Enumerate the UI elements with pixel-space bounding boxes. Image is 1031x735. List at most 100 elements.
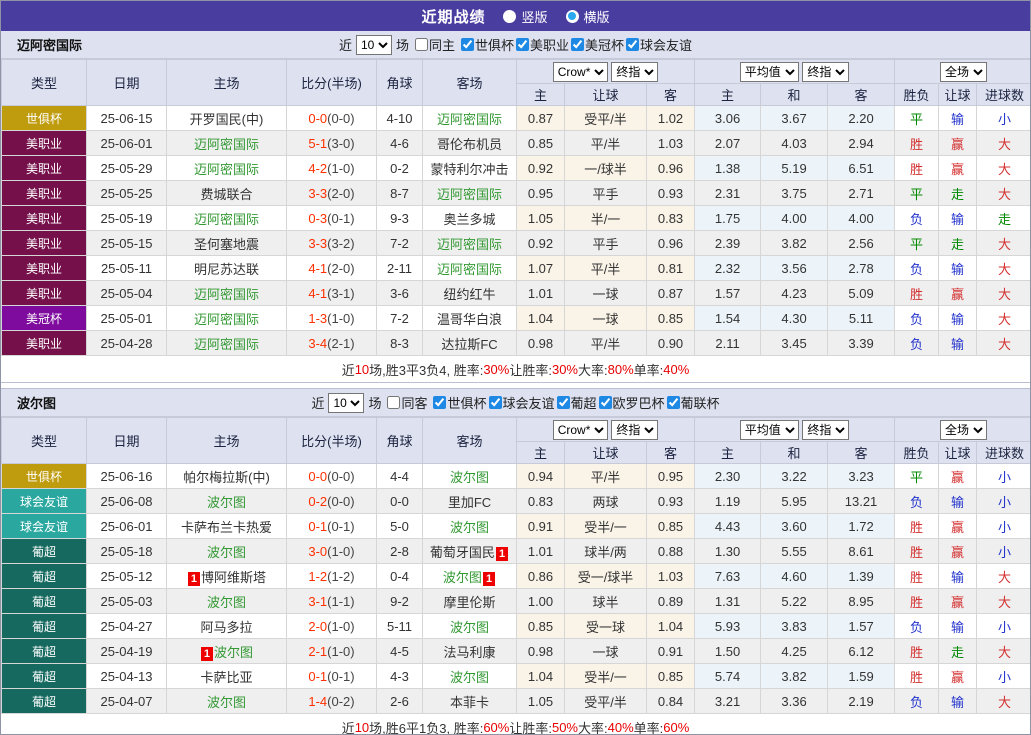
col-home: 主场 — [167, 60, 287, 106]
col-corner: 角球 — [377, 418, 423, 464]
matches-body: 世俱杯25-06-15开罗国民(中)0-0(0-0)4-10迈阿密国际0.87受… — [2, 106, 1031, 356]
odds-stage-select[interactable]: 终指 — [611, 62, 658, 82]
match-date: 25-05-12 — [87, 564, 167, 589]
summary-text: 场,胜3平3负4, 胜率: — [369, 360, 483, 379]
match-date: 25-05-03 — [87, 589, 167, 614]
layout-option-horizontal[interactable]: 横版 — [566, 7, 610, 26]
goals-result-cell: 小 — [977, 106, 1031, 131]
home-team-name: 波尔图 — [207, 595, 246, 610]
goals-result-cell: 小 — [977, 539, 1031, 564]
goals-result-cell: 大 — [977, 331, 1031, 356]
average-select[interactable]: 平均值 — [740, 62, 799, 82]
league-checkbox[interactable] — [489, 396, 502, 409]
eu-away-odds: 2.78 — [828, 256, 895, 281]
league-checkbox[interactable] — [433, 396, 446, 409]
eu-home-odds: 4.43 — [695, 514, 761, 539]
league-checkbox[interactable] — [461, 38, 474, 51]
league-badge: 美职业 — [2, 331, 87, 356]
home-team-name: 迈阿密国际 — [194, 162, 259, 177]
league-filter-2[interactable]: 球会友谊 — [489, 393, 555, 412]
radio-vertical-icon[interactable] — [503, 10, 516, 23]
eu-draw-odds: 5.95 — [761, 489, 828, 514]
eu-away-odds: 1.72 — [828, 514, 895, 539]
league-checkbox[interactable] — [516, 38, 529, 51]
league-badge: 美职业 — [2, 231, 87, 256]
result-cell: 平 — [895, 181, 939, 206]
league-checkbox[interactable] — [599, 396, 612, 409]
layout-option-vertical[interactable]: 竖版 — [503, 7, 547, 26]
odds-source-select[interactable]: Crow* — [553, 420, 608, 440]
league-filter-1[interactable]: 世俱杯 — [461, 35, 514, 54]
handicap-result-cell: 赢 — [939, 514, 977, 539]
league-filter-1[interactable]: 世俱杯 — [433, 393, 486, 412]
league-filter-4[interactable]: 球会友谊 — [626, 35, 692, 54]
eu-home-odds: 2.07 — [695, 131, 761, 156]
score-cell: 0-3(0-1) — [287, 206, 377, 231]
away-team-cell: 温哥华白浪 — [423, 306, 517, 331]
league-checkbox[interactable] — [626, 38, 639, 51]
odds-stage-select-2[interactable]: 终指 — [802, 62, 849, 82]
league-filter-3[interactable]: 葡超 — [557, 393, 597, 412]
average-select[interactable]: 平均值 — [740, 420, 799, 440]
scope-select[interactable]: 全场 — [940, 420, 987, 440]
match-date: 25-04-13 — [87, 664, 167, 689]
league-badge: 美职业 — [2, 281, 87, 306]
home-team-name: 迈阿密国际 — [194, 287, 259, 302]
odds-stage-select[interactable]: 终指 — [611, 420, 658, 440]
summary-text: 40% — [608, 720, 634, 735]
away-team-name: 奥兰多城 — [443, 212, 495, 227]
handicap-result-cell: 输 — [939, 306, 977, 331]
handicap-result-cell: 输 — [939, 331, 977, 356]
match-row: 葡超25-04-191波尔图2-1(1-0)4-5法马利康0.98一球0.911… — [2, 639, 1031, 664]
league-checkbox[interactable] — [571, 38, 584, 51]
fulltime-score: 0-0 — [308, 469, 327, 484]
odds-stage-select-2[interactable]: 终指 — [802, 420, 849, 440]
eu-home-odds: 3.06 — [695, 106, 761, 131]
eu-draw-odds: 3.83 — [761, 614, 828, 639]
radio-horizontal-icon[interactable] — [566, 10, 579, 23]
home-team-name: 博阿维斯塔 — [201, 570, 266, 585]
halftime-score: (1-0) — [327, 311, 354, 326]
scope-select[interactable]: 全场 — [940, 62, 987, 82]
corner-cell: 4-10 — [377, 106, 423, 131]
league-filter-3[interactable]: 美冠杯 — [571, 35, 624, 54]
home-team-cell: 迈阿密国际 — [167, 306, 287, 331]
league-filter-4[interactable]: 欧罗巴杯 — [599, 393, 665, 412]
handicap-result-cell: 赢 — [939, 281, 977, 306]
league-checkbox[interactable] — [667, 396, 680, 409]
ah-home-odds: 0.92 — [517, 156, 565, 181]
ah-away-odds: 1.03 — [647, 131, 695, 156]
match-row: 葡超25-05-121博阿维斯塔1-2(1-2)0-4波尔图10.86受一/球半… — [2, 564, 1031, 589]
match-count-select[interactable]: 10 — [328, 393, 364, 413]
league-badge: 美职业 — [2, 131, 87, 156]
eu-draw-odds: 4.23 — [761, 281, 828, 306]
summary-text: 10 — [355, 720, 369, 735]
corner-cell: 9-2 — [377, 589, 423, 614]
same-venue-filter[interactable]: 同主 — [415, 35, 455, 54]
match-count-select[interactable]: 10 — [356, 35, 392, 55]
handicap-result-cell: 输 — [939, 256, 977, 281]
odds-source-select[interactable]: Crow* — [553, 62, 608, 82]
matches-body: 世俱杯25-06-16帕尔梅拉斯(中)0-0(0-0)4-4波尔图0.94平/半… — [2, 464, 1031, 714]
home-team-name: 波尔图 — [214, 645, 253, 660]
home-team-cell: 明尼苏达联 — [167, 256, 287, 281]
ah-line: 平/半 — [565, 464, 647, 489]
col-goals: 进球数 — [977, 84, 1031, 106]
fulltime-score: 1-2 — [308, 569, 327, 584]
league-checkbox[interactable] — [557, 396, 570, 409]
match-date: 25-06-08 — [87, 489, 167, 514]
league-filter-5[interactable]: 葡联杯 — [667, 393, 720, 412]
red-card-badge: 1 — [483, 572, 495, 586]
same-venue-checkbox[interactable] — [387, 396, 400, 409]
eu-odds-header: 平均值 终指 — [695, 418, 895, 442]
summary-text: 场,胜6平1负3, 胜率: — [369, 718, 483, 735]
match-row: 葡超25-05-03波尔图3-1(1-1)9-2摩里伦斯1.00球半0.891.… — [2, 589, 1031, 614]
same-venue-filter[interactable]: 同客 — [387, 393, 427, 412]
league-filter-2[interactable]: 美职业 — [516, 35, 569, 54]
home-team-cell: 阿马多拉 — [167, 614, 287, 639]
halftime-score: (1-2) — [327, 569, 354, 584]
away-team-cell: 纽约红牛 — [423, 281, 517, 306]
same-venue-checkbox[interactable] — [415, 38, 428, 51]
result-cell: 负 — [895, 306, 939, 331]
handicap-result-cell: 赢 — [939, 156, 977, 181]
